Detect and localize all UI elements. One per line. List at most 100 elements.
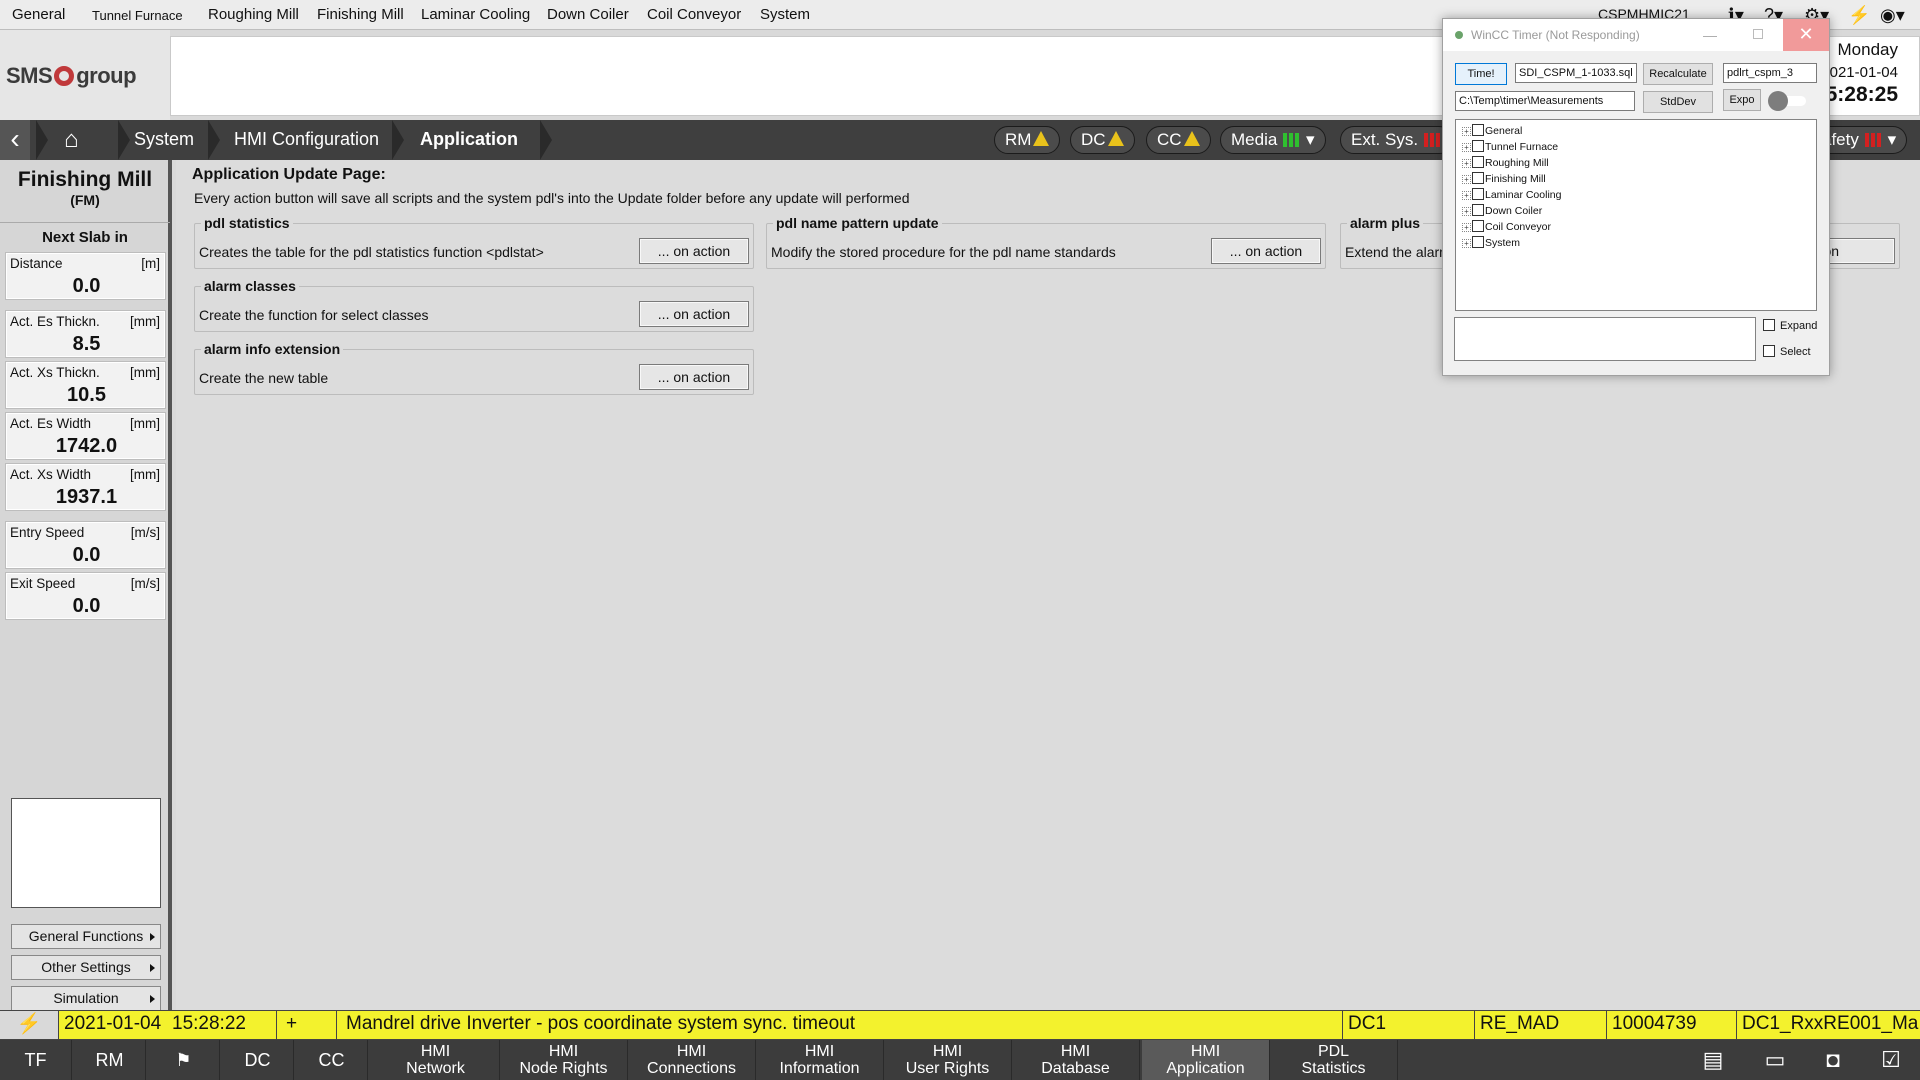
metric-exit-speed: Exit Speed [m/s] 0.0 [5, 572, 166, 620]
expand-icon: + [1462, 223, 1471, 232]
menu-general[interactable]: General [12, 6, 65, 23]
next-slab-label: Next Slab in [0, 222, 170, 248]
simulation-button[interactable]: Simulation [11, 986, 161, 1011]
camera-icon[interactable]: ◘ [1810, 1040, 1856, 1080]
recalculate-button[interactable]: Recalculate [1643, 63, 1713, 85]
status-rm[interactable]: RM [994, 126, 1061, 154]
tab-hmi-database[interactable]: HMI Database [1012, 1040, 1140, 1080]
sql-file-field[interactable]: SDI_CSPM_1-1033.sql [1515, 63, 1637, 83]
tree-item-tunnel-furnace[interactable]: + Tunnel Furnace [1462, 140, 1558, 154]
menu-laminar-cooling[interactable]: Laminar Cooling [421, 6, 530, 23]
breadcrumb-hmi-configuration[interactable]: HMI Configuration [234, 129, 379, 150]
tree-item-laminar-cooling[interactable]: + Laminar Cooling [1462, 188, 1561, 202]
group-description: Create the function for select classes [199, 307, 429, 323]
caret-right-icon [150, 995, 155, 1003]
back-icon[interactable]: ‹ [0, 120, 30, 160]
expo-button[interactable]: Expo [1723, 89, 1761, 111]
menu-finishing-mill[interactable]: Finishing Mill [317, 6, 404, 23]
status-cc[interactable]: CC [1146, 126, 1211, 154]
group-title: pdl name pattern update [773, 215, 942, 231]
left-panel: Finishing Mill (FM) Next Slab in Distanc… [0, 160, 172, 1011]
group-title: pdl statistics [201, 215, 293, 231]
group-pdl-name-pattern: pdl name pattern update Modify the store… [766, 215, 1326, 269]
area-button-tf[interactable]: TF [0, 1040, 72, 1080]
group-description: Creates the table for the pdl statistics… [199, 244, 544, 260]
checkbox-icon[interactable]: ☑ [1868, 1040, 1914, 1080]
menu-down-coiler[interactable]: Down Coiler [547, 6, 629, 23]
alarm-date: 2021-01-04 [64, 1013, 162, 1034]
eye-icon[interactable]: ◉▾ [1880, 3, 1905, 27]
display-menu-icon[interactable]: ▤ [1690, 1040, 1736, 1080]
group-description: Modify the stored procedure for the pdl … [771, 244, 1116, 260]
maximize-icon[interactable] [1753, 29, 1763, 39]
general-functions-button[interactable]: General Functions [11, 924, 161, 949]
flag-icon[interactable]: ⚑ [148, 1040, 220, 1080]
tab-hmi-node-rights[interactable]: HMI Node Rights [500, 1040, 628, 1080]
menu-coil-conveyor[interactable]: Coil Conveyor [647, 6, 741, 23]
alarm-classes-action-button[interactable]: ... on action [639, 301, 749, 327]
checkbox [1472, 172, 1484, 184]
checkbox [1472, 220, 1484, 232]
pdlrt-field[interactable]: pdlrt_cspm_3 [1723, 63, 1817, 83]
close-icon[interactable]: ✕ [1783, 19, 1829, 51]
tree-item-roughing-mill[interactable]: + Roughing Mill [1462, 156, 1549, 170]
log-output[interactable] [1454, 317, 1756, 361]
stddev-button[interactable]: StdDev [1643, 91, 1713, 113]
group-title: alarm info extension [201, 341, 344, 357]
tree-item-down-coiler[interactable]: + Down Coiler [1462, 204, 1542, 218]
breadcrumb-system[interactable]: System [134, 129, 194, 150]
wincc-timer-window: WinCC Timer (Not Responding) — ✕ Time! S… [1442, 18, 1830, 376]
sms-group-logo: SMS group [6, 63, 137, 88]
warning-icon [1107, 131, 1124, 146]
pdl-name-pattern-action-button[interactable]: ... on action [1211, 238, 1321, 264]
status-media[interactable]: Media ▾ [1220, 126, 1326, 154]
area-button-cc[interactable]: CC [296, 1040, 368, 1080]
checkbox [1472, 124, 1484, 136]
tree-item-general[interactable]: + General [1462, 124, 1522, 138]
expand-checkbox[interactable]: Expand [1763, 319, 1817, 332]
group-description: Extend the alarm [1345, 244, 1451, 260]
app-icon [1455, 31, 1463, 39]
alarm-info-extension-action-button[interactable]: ... on action [639, 364, 749, 390]
expand-icon: + [1462, 239, 1471, 248]
select-checkbox[interactable]: Select [1763, 345, 1811, 358]
alarm-bolt-icon[interactable]: ⚡ [0, 1011, 58, 1039]
group-description: Create the new table [199, 370, 329, 386]
menu-roughing-mill[interactable]: Roughing Mill [208, 6, 299, 23]
menu-system[interactable]: System [760, 6, 810, 23]
time-button[interactable]: Time! [1455, 63, 1507, 85]
tree-item-system[interactable]: + System [1462, 236, 1520, 250]
checkbox [1472, 156, 1484, 168]
alarm-line[interactable]: ⚡ 2021-01-04 15:28:22 + Mandrel drive In… [0, 1010, 1920, 1040]
bottom-bar: TF RM ⚑ DC CC HMI Network HMI Node Rights … [0, 1040, 1920, 1080]
tab-hmi-network[interactable]: HMI Network [372, 1040, 500, 1080]
monitor-icon[interactable]: ▭ [1752, 1040, 1798, 1080]
toggle-switch[interactable] [1768, 91, 1808, 111]
minimize-icon[interactable]: — [1703, 27, 1717, 43]
tab-hmi-user-rights[interactable]: HMI User Rights [884, 1040, 1012, 1080]
tab-pdl-statistics[interactable]: PDL Statistics [1270, 1040, 1398, 1080]
metric-distance: Distance [m] 0.0 [5, 252, 166, 300]
tab-hmi-connections[interactable]: HMI Connections [628, 1040, 756, 1080]
pdl-statistics-action-button[interactable]: ... on action [639, 238, 749, 264]
area-button-rm[interactable]: RM [74, 1040, 146, 1080]
tree-item-finishing-mill[interactable]: + Finishing Mill [1462, 172, 1546, 186]
path-field[interactable]: C:\Temp\timer\Measurements [1455, 91, 1635, 111]
breadcrumb-application[interactable]: Application [420, 129, 518, 150]
menu-tunnel-furnace[interactable]: Tunnel Furnace [92, 8, 183, 23]
expand-icon: + [1462, 191, 1471, 200]
status-ext-sys[interactable]: Ext. Sys. [1340, 126, 1454, 154]
tab-hmi-information[interactable]: HMI Information [756, 1040, 884, 1080]
tree-item-coil-conveyor[interactable]: + Coil Conveyor [1462, 220, 1551, 234]
other-settings-button[interactable]: Other Settings [11, 955, 161, 980]
tab-hmi-application[interactable]: HMI Application [1142, 1040, 1270, 1080]
checkbox [1472, 140, 1484, 152]
status-dc[interactable]: DC [1070, 126, 1135, 154]
power-icon[interactable]: ⚡ [1848, 3, 1870, 27]
alarm-tag: DC1_RxxRE001_Ma [1742, 1013, 1919, 1034]
logo-area: SMS group [0, 30, 170, 120]
signal-bars-icon [1864, 129, 1883, 155]
status-safety[interactable]: afety ▾ [1818, 126, 1908, 155]
home-icon[interactable]: ⌂ [64, 126, 94, 154]
area-button-dc[interactable]: DC [222, 1040, 294, 1080]
